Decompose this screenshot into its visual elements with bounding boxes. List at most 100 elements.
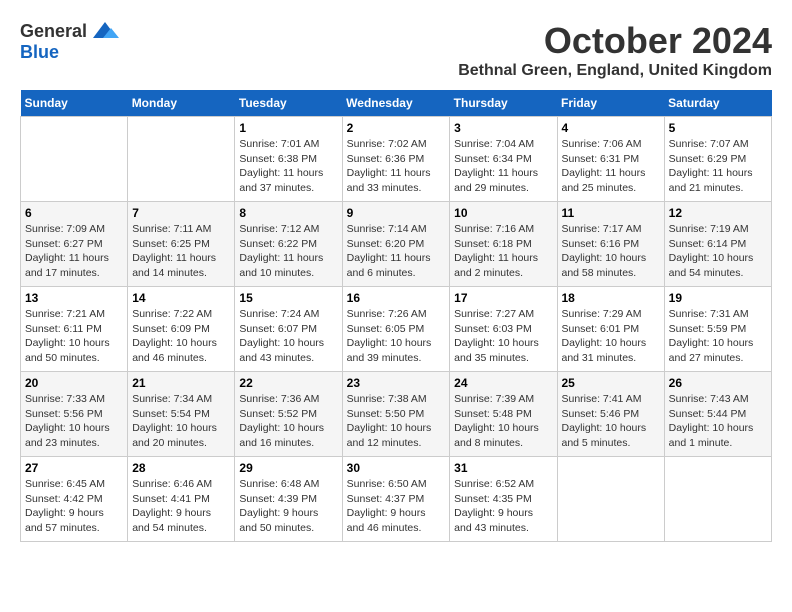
calendar-cell: 12 Sunrise: 7:19 AM Sunset: 6:14 PM Dayli… [664,202,771,287]
calendar-cell [557,457,664,542]
day-number: 14 [132,291,230,305]
day-info: Sunrise: 7:41 AM Sunset: 5:46 PM Dayligh… [562,392,660,451]
calendar-cell: 14 Sunrise: 7:22 AM Sunset: 6:09 PM Dayli… [128,287,235,372]
day-info: Sunrise: 7:43 AM Sunset: 5:44 PM Dayligh… [669,392,767,451]
day-info: Sunrise: 7:29 AM Sunset: 6:01 PM Dayligh… [562,307,660,366]
calendar-cell: 8Sunrise: 7:12 AM Sunset: 6:22 PM Daylig… [235,202,342,287]
day-info: Sunrise: 7:12 AM Sunset: 6:22 PM Dayligh… [239,222,337,281]
day-number: 23 [347,376,446,390]
day-number: 10 [454,206,552,220]
day-number: 16 [347,291,446,305]
calendar-cell: 15 Sunrise: 7:24 AM Sunset: 6:07 PM Dayli… [235,287,342,372]
weekday-header-tuesday: Tuesday [235,90,342,117]
day-info: Sunrise: 6:48 AM Sunset: 4:39 PM Dayligh… [239,477,337,536]
day-number: 29 [239,461,337,475]
calendar-cell: 29 Sunrise: 6:48 AM Sunset: 4:39 PM Dayli… [235,457,342,542]
calendar-cell: 28 Sunrise: 6:46 AM Sunset: 4:41 PM Dayli… [128,457,235,542]
day-info: Sunrise: 7:04 AM Sunset: 6:34 PM Dayligh… [454,137,552,196]
day-number: 2 [347,121,446,135]
calendar-cell: 3Sunrise: 7:04 AM Sunset: 6:34 PM Daylig… [450,117,557,202]
logo-icon [91,20,119,42]
day-info: Sunrise: 6:46 AM Sunset: 4:41 PM Dayligh… [132,477,230,536]
calendar-cell [128,117,235,202]
day-info: Sunrise: 7:27 AM Sunset: 6:03 PM Dayligh… [454,307,552,366]
day-number: 1 [239,121,337,135]
weekday-header-sunday: Sunday [21,90,128,117]
day-info: Sunrise: 7:26 AM Sunset: 6:05 PM Dayligh… [347,307,446,366]
day-number: 4 [562,121,660,135]
weekday-header-wednesday: Wednesday [342,90,450,117]
day-number: 12 [669,206,767,220]
day-number: 20 [25,376,123,390]
calendar-cell: 22Sunrise: 7:36 AM Sunset: 5:52 PM Dayli… [235,372,342,457]
calendar-cell: 23 Sunrise: 7:38 AM Sunset: 5:50 PM Dayli… [342,372,450,457]
calendar-cell: 31 Sunrise: 6:52 AM Sunset: 4:35 PM Dayli… [450,457,557,542]
calendar-cell: 6Sunrise: 7:09 AM Sunset: 6:27 PM Daylig… [21,202,128,287]
day-info: Sunrise: 7:21 AM Sunset: 6:11 PM Dayligh… [25,307,123,366]
week-row-3: 13 Sunrise: 7:21 AM Sunset: 6:11 PM Dayli… [21,287,772,372]
location-title: Bethnal Green, England, United Kingdom [458,62,772,80]
calendar-cell: 10Sunrise: 7:16 AM Sunset: 6:18 PM Dayli… [450,202,557,287]
day-info: Sunrise: 6:45 AM Sunset: 4:42 PM Dayligh… [25,477,123,536]
calendar-cell: 27 Sunrise: 6:45 AM Sunset: 4:42 PM Dayli… [21,457,128,542]
day-number: 19 [669,291,767,305]
day-number: 6 [25,206,123,220]
calendar-cell: 16 Sunrise: 7:26 AM Sunset: 6:05 PM Dayli… [342,287,450,372]
calendar-cell: 13 Sunrise: 7:21 AM Sunset: 6:11 PM Dayli… [21,287,128,372]
day-number: 15 [239,291,337,305]
calendar-cell: 17Sunrise: 7:27 AM Sunset: 6:03 PM Dayli… [450,287,557,372]
day-info: Sunrise: 7:24 AM Sunset: 6:07 PM Dayligh… [239,307,337,366]
calendar-cell: 1 Sunrise: 7:01 AM Sunset: 6:38 PM Daylig… [235,117,342,202]
calendar-cell: 26Sunrise: 7:43 AM Sunset: 5:44 PM Dayli… [664,372,771,457]
day-info: Sunrise: 7:01 AM Sunset: 6:38 PM Dayligh… [239,137,337,196]
title-section: October 2024 Bethnal Green, England, Uni… [458,20,772,80]
header: General Blue October 2024 Bethnal Green,… [20,20,772,80]
calendar-cell: 25 Sunrise: 7:41 AM Sunset: 5:46 PM Dayli… [557,372,664,457]
day-number: 25 [562,376,660,390]
day-number: 27 [25,461,123,475]
weekday-header-row: SundayMondayTuesdayWednesdayThursdayFrid… [21,90,772,117]
weekday-header-thursday: Thursday [450,90,557,117]
day-number: 24 [454,376,552,390]
day-number: 7 [132,206,230,220]
day-number: 5 [669,121,767,135]
day-info: Sunrise: 6:52 AM Sunset: 4:35 PM Dayligh… [454,477,552,536]
day-info: Sunrise: 7:36 AM Sunset: 5:52 PM Dayligh… [239,392,337,451]
day-info: Sunrise: 7:34 AM Sunset: 5:54 PM Dayligh… [132,392,230,451]
day-number: 28 [132,461,230,475]
calendar-cell: 20Sunrise: 7:33 AM Sunset: 5:56 PM Dayli… [21,372,128,457]
day-number: 9 [347,206,446,220]
calendar-cell: 9Sunrise: 7:14 AM Sunset: 6:20 PM Daylig… [342,202,450,287]
day-info: Sunrise: 7:39 AM Sunset: 5:48 PM Dayligh… [454,392,552,451]
week-row-1: 1 Sunrise: 7:01 AM Sunset: 6:38 PM Daylig… [21,117,772,202]
day-info: Sunrise: 7:38 AM Sunset: 5:50 PM Dayligh… [347,392,446,451]
day-number: 31 [454,461,552,475]
calendar-cell: 2 Sunrise: 7:02 AM Sunset: 6:36 PM Daylig… [342,117,450,202]
calendar-cell [664,457,771,542]
calendar-cell: 19Sunrise: 7:31 AM Sunset: 5:59 PM Dayli… [664,287,771,372]
day-number: 13 [25,291,123,305]
weekday-header-friday: Friday [557,90,664,117]
weekday-header-monday: Monday [128,90,235,117]
logo-general: General [20,21,87,42]
day-info: Sunrise: 7:19 AM Sunset: 6:14 PM Dayligh… [669,222,767,281]
weekday-header-saturday: Saturday [664,90,771,117]
month-title: October 2024 [458,20,772,62]
calendar-cell [21,117,128,202]
day-info: Sunrise: 7:17 AM Sunset: 6:16 PM Dayligh… [562,222,660,281]
calendar: SundayMondayTuesdayWednesdayThursdayFrid… [20,90,772,542]
logo: General Blue [20,20,119,63]
calendar-cell: 30Sunrise: 6:50 AM Sunset: 4:37 PM Dayli… [342,457,450,542]
week-row-4: 20Sunrise: 7:33 AM Sunset: 5:56 PM Dayli… [21,372,772,457]
calendar-cell: 18Sunrise: 7:29 AM Sunset: 6:01 PM Dayli… [557,287,664,372]
calendar-cell: 4 Sunrise: 7:06 AM Sunset: 6:31 PM Daylig… [557,117,664,202]
week-row-5: 27 Sunrise: 6:45 AM Sunset: 4:42 PM Dayli… [21,457,772,542]
day-info: Sunrise: 7:06 AM Sunset: 6:31 PM Dayligh… [562,137,660,196]
calendar-cell: 24 Sunrise: 7:39 AM Sunset: 5:48 PM Dayli… [450,372,557,457]
day-info: Sunrise: 7:02 AM Sunset: 6:36 PM Dayligh… [347,137,446,196]
day-info: Sunrise: 7:22 AM Sunset: 6:09 PM Dayligh… [132,307,230,366]
logo-blue: Blue [20,42,59,62]
week-row-2: 6Sunrise: 7:09 AM Sunset: 6:27 PM Daylig… [21,202,772,287]
day-number: 21 [132,376,230,390]
calendar-cell: 21 Sunrise: 7:34 AM Sunset: 5:54 PM Dayli… [128,372,235,457]
